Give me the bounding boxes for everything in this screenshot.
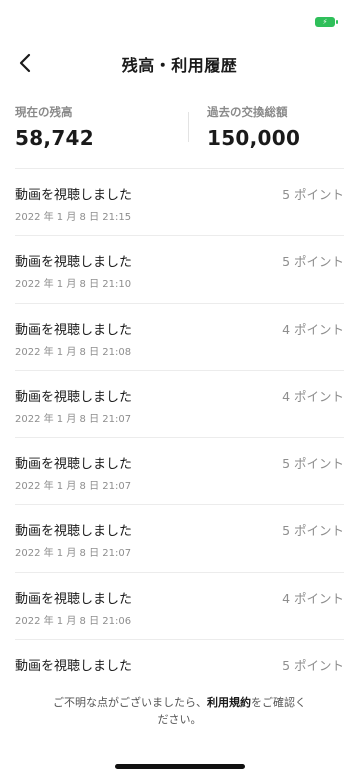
page-title: 残高・利用履歴 [121, 56, 238, 75]
history-row-title: 動画を視聴しました [15, 255, 133, 271]
current-balance-value: 58,742 [15, 126, 94, 150]
header: 残高・利用履歴 [0, 44, 359, 82]
history-row: 動画を視聴しました 2022 年 1 月 8 日 21:07 5 ポイント [15, 437, 344, 504]
history-row: 動画を視聴しました 2022 年 1 月 8 日 21:07 4 ポイント [15, 369, 344, 437]
history-row: 動画を視聴しました 2022 年 1 月 8 日 21:15 5 ポイント [15, 168, 344, 235]
status-bar: ⚡ [0, 0, 359, 44]
battery-icon: ⚡ [315, 17, 338, 27]
history-row: 動画を視聴しました 2022 年 1 月 8 日 21:08 4 ポイント [15, 302, 344, 370]
current-balance-label: 現在の残高 [15, 105, 73, 119]
balance-summary: 現在の残高 58,742 過去の交換総額 150,000 [0, 104, 359, 156]
history-row-title: 動画を視聴しました [15, 591, 133, 607]
footer-note-before: ご不明な点がございましたら、 [53, 696, 207, 709]
history-row-points: 4 ポイント [282, 388, 344, 404]
history-row-title: 動画を視聴しました [15, 524, 133, 540]
footer-note: ご不明な点がございましたら、利用規約をご確認ください。 [50, 694, 309, 728]
history-row-date: 2022 年 1 月 8 日 21:07 [15, 481, 132, 493]
screen: ⚡ 残高・利用履歴 現在の残高 58,742 過去の交換総額 150,000 動… [0, 0, 359, 776]
history-row: 動画を視聴しました 2022 年 1 月 8 日 21:07 5 ポイント [15, 504, 344, 571]
history-row-title: 動画を視聴しました [15, 188, 133, 203]
history-list: 動画を視聴しました 2022 年 1 月 8 日 21:15 5 ポイント 動画を視聴… [15, 168, 344, 706]
history-row-title: 動画を視聴しました [15, 659, 133, 675]
current-balance: 現在の残高 58,742 [15, 104, 94, 150]
summary-divider [188, 112, 189, 142]
total-exchanged-label: 過去の交換総額 [207, 105, 288, 119]
history-row-date: 2022 年 1 月 8 日 21:10 [15, 279, 132, 291]
history-row: 動画を視聴しました 2022 年 1 月 8 日 21:06 4 ポイント [15, 571, 344, 639]
history-row-title: 動画を視聴しました [15, 322, 133, 338]
history-row-date: 2022 年 1 月 8 日 21:07 [15, 413, 132, 425]
footer: ご不明な点がございましたら、利用規約をご確認ください。 [0, 680, 359, 776]
total-exchanged: 過去の交換総額 150,000 [207, 104, 300, 150]
history-row-date: 2022 年 1 月 8 日 21:15 [15, 212, 132, 223]
history-row-points: 4 ポイント [282, 590, 344, 606]
total-exchanged-value: 150,000 [207, 126, 301, 150]
history-row-points: 5 ポイント [282, 456, 344, 472]
history-row-date: 2022 年 1 月 8 日 21:06 [15, 615, 132, 627]
history-row: 動画を視聴しました 2022 年 1 月 8 日 21:10 5 ポイント [15, 235, 344, 302]
history-row-title: 動画を視聴しました [15, 457, 133, 473]
history-row-points: 5 ポイント [282, 187, 344, 202]
terms-link[interactable]: 利用規約 [207, 696, 251, 709]
home-indicator[interactable] [115, 764, 245, 769]
history-row-title: 動画を視聴しました [15, 389, 133, 405]
history-row-points: 5 ポイント [282, 658, 344, 674]
history-row-points: 5 ポイント [282, 523, 344, 539]
history-row-date: 2022 年 1 月 8 日 21:07 [15, 548, 132, 560]
history-row-points: 5 ポイント [282, 254, 344, 270]
history-row-points: 4 ポイント [282, 321, 344, 337]
history-row-date: 2022 年 1 月 8 日 21:08 [15, 346, 132, 358]
